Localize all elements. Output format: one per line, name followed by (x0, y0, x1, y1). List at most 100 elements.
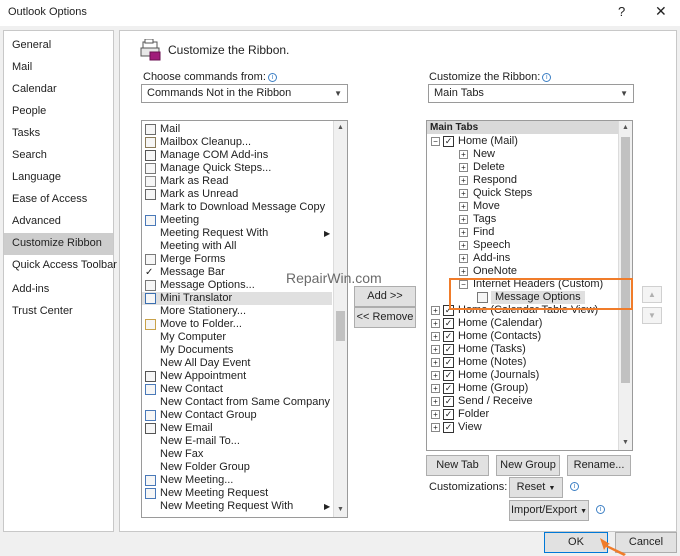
command-item[interactable]: New Meeting... (142, 474, 332, 487)
tree-item[interactable]: + Respond (427, 174, 619, 187)
command-item[interactable]: New All Day Event (142, 357, 332, 370)
tree-item[interactable]: + Find (427, 226, 619, 239)
checkbox[interactable]: ✓ (443, 344, 454, 355)
expand-icon[interactable]: + (431, 332, 440, 341)
tree-item[interactable]: + OneNote (427, 265, 619, 278)
nav-item[interactable]: Add-ins (4, 279, 113, 301)
command-item[interactable]: New Contact (142, 383, 332, 396)
tree-item[interactable]: + Move (427, 200, 619, 213)
expand-icon[interactable]: + (431, 371, 440, 380)
tree-item[interactable]: + Tags (427, 213, 619, 226)
rename-button[interactable]: Rename... (567, 455, 631, 476)
nav-item[interactable]: Trust Center (4, 301, 113, 323)
command-item[interactable]: Move to Folder... (142, 318, 332, 331)
move-down-button[interactable]: ▼ (642, 307, 662, 324)
remove-button[interactable]: << Remove (354, 307, 416, 328)
reset-button[interactable]: Reset ▼ (509, 477, 563, 498)
move-up-button[interactable]: ▲ (642, 286, 662, 303)
tree-item[interactable]: + ✓ Home (Journals) (427, 369, 619, 382)
scroll-down-icon[interactable]: ▼ (619, 436, 632, 450)
tree-item[interactable]: + ✓ Home (Calendar) (427, 317, 619, 330)
expand-icon[interactable]: + (431, 358, 440, 367)
checkbox[interactable]: ✓ (443, 422, 454, 433)
tree-item[interactable]: + ✓ View (427, 421, 619, 434)
expand-icon[interactable]: + (459, 176, 468, 185)
nav-item[interactable]: People (4, 101, 113, 123)
nav-item[interactable]: Mail (4, 57, 113, 79)
checkbox[interactable]: ✓ (443, 370, 454, 381)
commands-list[interactable]: Mail Mailbox Cleanup... Manage COM Add-ins… (141, 120, 348, 518)
new-tab-button[interactable]: New Tab (426, 455, 489, 476)
command-item[interactable]: Manage Quick Steps... (142, 162, 332, 175)
command-item[interactable]: New Appointment (142, 370, 332, 383)
expand-icon[interactable]: + (459, 241, 468, 250)
expand-icon[interactable]: + (459, 267, 468, 276)
command-item[interactable]: Mail (142, 123, 332, 136)
checkbox[interactable]: ✓ (443, 409, 454, 420)
tree-item[interactable]: + Speech (427, 239, 619, 252)
nav-item[interactable]: Advanced (4, 211, 113, 233)
nav-item[interactable]: Language (4, 167, 113, 189)
command-item[interactable]: New Folder Group (142, 461, 332, 474)
command-item[interactable]: Mark as Read (142, 175, 332, 188)
expand-icon[interactable]: + (431, 410, 440, 419)
expand-icon[interactable]: + (459, 163, 468, 172)
checkbox[interactable]: ✓ (443, 396, 454, 407)
command-item[interactable]: New Meeting Request (142, 487, 332, 500)
tree-item[interactable]: + ✓ Send / Receive (427, 395, 619, 408)
expand-icon[interactable]: + (431, 306, 440, 315)
import-export-button[interactable]: Import/Export ▼ (509, 500, 589, 521)
command-item[interactable]: New Meeting Request With ▶ (142, 500, 332, 513)
tree-item[interactable]: − ✓ Home (Mail) (427, 135, 619, 148)
commands-scrollbar[interactable]: ▲ ▼ (333, 121, 347, 517)
scroll-up-icon[interactable]: ▲ (334, 121, 347, 135)
expand-icon[interactable]: + (459, 189, 468, 198)
expand-icon[interactable]: + (431, 397, 440, 406)
tree-item[interactable]: + ✓ Home (Tasks) (427, 343, 619, 356)
command-item[interactable]: New Email (142, 422, 332, 435)
expand-icon[interactable]: + (431, 319, 440, 328)
tree-item[interactable]: + Add-ins (427, 252, 619, 265)
command-item[interactable]: New Contact Group (142, 409, 332, 422)
tree-item[interactable]: + Quick Steps (427, 187, 619, 200)
checkbox[interactable]: ✓ (443, 357, 454, 368)
tree-item[interactable]: + ✓ Home (Contacts) (427, 330, 619, 343)
command-item[interactable]: Mailbox Cleanup... (142, 136, 332, 149)
tree-item[interactable]: + ✓ Home (Notes) (427, 356, 619, 369)
command-item[interactable]: Mark to Download Message Copy (142, 201, 332, 214)
nav-item[interactable]: Search (4, 145, 113, 167)
command-item[interactable]: More Stationery... (142, 305, 332, 318)
command-item[interactable]: My Computer (142, 331, 332, 344)
expand-icon[interactable]: + (459, 215, 468, 224)
expand-icon[interactable]: + (459, 202, 468, 211)
nav-item[interactable]: Ease of Access (4, 189, 113, 211)
expand-icon[interactable]: + (459, 254, 468, 263)
nav-item[interactable]: Quick Access Toolbar (4, 255, 117, 277)
checkbox[interactable]: ✓ (443, 383, 454, 394)
command-item[interactable]: New Fax (142, 448, 332, 461)
scroll-up-icon[interactable]: ▲ (619, 121, 632, 135)
tree-item[interactable]: + Delete (427, 161, 619, 174)
checkbox[interactable]: ✓ (443, 318, 454, 329)
expand-icon[interactable]: + (431, 345, 440, 354)
tree-item[interactable]: + ✓ Home (Group) (427, 382, 619, 395)
nav-item[interactable]: Calendar (4, 79, 113, 101)
tree-item[interactable]: + New (427, 148, 619, 161)
new-group-button[interactable]: New Group (496, 455, 560, 476)
scroll-thumb[interactable] (336, 311, 345, 341)
close-button[interactable]: ✕ (655, 3, 667, 20)
command-item[interactable]: My Documents (142, 344, 332, 357)
command-item[interactable]: Meeting Request With ▶ (142, 227, 332, 240)
collapse-icon[interactable]: − (431, 137, 440, 146)
help-button[interactable]: ? (618, 4, 625, 19)
command-item[interactable]: Meeting with All (142, 240, 332, 253)
checkbox[interactable]: ✓ (443, 136, 454, 147)
scroll-down-icon[interactable]: ▼ (334, 503, 347, 517)
choose-commands-dropdown[interactable]: Commands Not in the Ribbon ▼ (141, 84, 348, 103)
tree-item[interactable]: + ✓ Folder (427, 408, 619, 421)
nav-item[interactable]: General (4, 35, 113, 57)
expand-icon[interactable]: + (431, 384, 440, 393)
command-item[interactable]: Manage COM Add-ins (142, 149, 332, 162)
command-item[interactable]: Merge Forms (142, 253, 332, 266)
checkbox[interactable]: ✓ (443, 331, 454, 342)
